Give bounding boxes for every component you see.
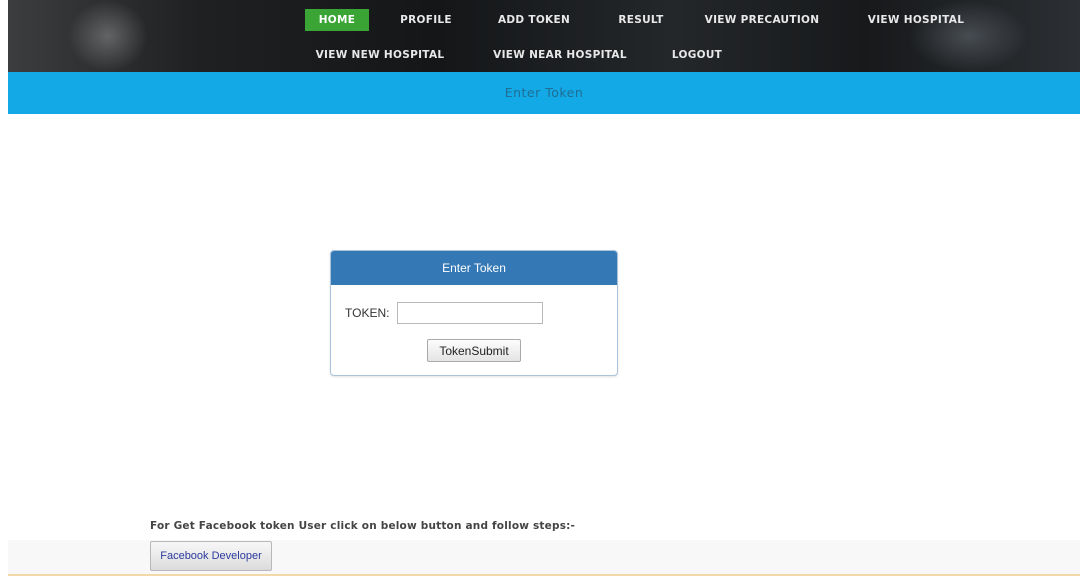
nav-item-view-new-hospital[interactable]: VIEW NEW HOSPITAL [305,44,455,66]
nav-item-add-token[interactable]: ADD TOKEN [486,9,582,31]
page-title-bar: Enter Token [8,72,1080,114]
token-submit-button[interactable]: TokenSubmit [427,339,521,362]
page-title: Enter Token [504,85,584,100]
token-field-label: TOKEN: [345,305,390,320]
nav-item-profile[interactable]: PROFILE [386,9,466,31]
token-panel-heading: Enter Token [331,251,617,285]
nav-item-result[interactable]: RESULT [598,9,684,31]
facebook-developer-button[interactable]: Facebook Developer [150,541,272,571]
token-field-row: TOKEN: [345,299,543,325]
nav-item-home[interactable]: HOME [305,9,369,31]
nav-header: HOME PROFILE ADD TOKEN RESULT VIEW PRECA… [8,0,1080,72]
nav-item-view-hospital[interactable]: VIEW HOSPITAL [856,9,976,31]
token-input[interactable] [396,301,543,324]
nav-item-logout[interactable]: LOGOUT [660,44,734,66]
token-panel: Enter Token TOKEN: TokenSubmit [330,250,618,376]
header-background-image [68,0,148,72]
nav-item-view-near-hospital[interactable]: VIEW NEAR HOSPITAL [480,44,640,66]
facebook-token-instructions: For Get Facebook token User click on bel… [150,520,576,532]
nav-item-view-precaution[interactable]: VIEW PRECAUTION [694,9,830,31]
page: HOME PROFILE ADD TOKEN RESULT VIEW PRECA… [8,0,1080,576]
